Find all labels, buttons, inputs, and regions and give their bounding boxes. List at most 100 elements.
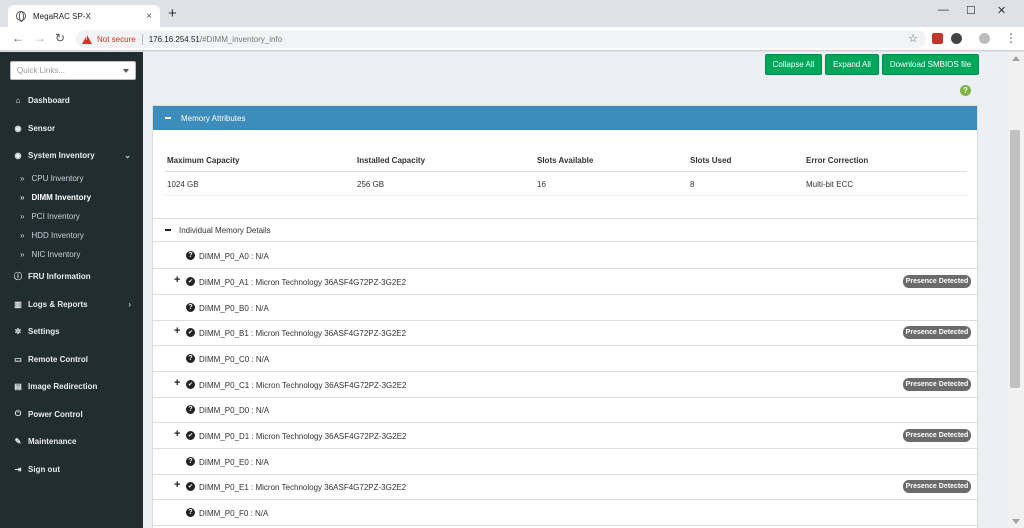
collapse-icon — [165, 117, 171, 119]
dimm-row-p0-a1[interactable]: + ✔ DIMM_P0_A1 : Micron Technology 36ASF… — [153, 269, 977, 295]
chevron-right-icon: › — [128, 299, 131, 309]
status-badge: Presence Detected — [903, 378, 971, 391]
sidebar-item-remote-control[interactable]: ▭ Remote Control — [0, 349, 143, 369]
profile-avatar-icon[interactable] — [979, 33, 990, 44]
sidebar-item-settings[interactable]: ✲ Settings — [0, 321, 143, 341]
collapse-icon — [165, 229, 171, 231]
panel-title: Memory Attributes — [181, 113, 246, 123]
memory-panel: Memory Attributes Maximum Capacity Insta… — [152, 105, 978, 528]
address-bar[interactable]: Not secure 176.16.254.51 /#DIMM_inventor… — [76, 30, 926, 48]
sidebar-item-label: FRU Information — [28, 271, 91, 281]
table-cell: 16 — [537, 180, 546, 189]
dimm-label: DIMM_P0_E0 : N/A — [199, 458, 269, 467]
memory-attributes-table: Maximum Capacity Installed Capacity Slot… — [165, 148, 967, 196]
divider — [141, 33, 143, 45]
inventory-icon: ◉ — [14, 150, 22, 160]
check-circle-icon: ✔ — [186, 328, 195, 337]
expand-plus-icon[interactable]: + — [174, 275, 180, 286]
sidebar-subitem-nic-inventory[interactable]: » NIC Inventory — [0, 245, 143, 263]
dimm-row-p0-d0: ? DIMM_P0_D0 : N/A — [153, 397, 977, 423]
sidebar-subitem-label: CPU Inventory — [31, 173, 84, 183]
browser-tab[interactable]: MegaRAC SP-X × — [8, 5, 160, 27]
check-circle-icon: ✔ — [186, 380, 195, 389]
column-header: Installed Capacity — [357, 156, 426, 165]
reload-button[interactable]: ↻ — [55, 31, 65, 45]
expand-plus-icon[interactable]: + — [174, 429, 180, 440]
expand-plus-icon[interactable]: + — [174, 480, 180, 491]
browser-menu-icon[interactable]: ⋮ — [1005, 31, 1017, 45]
sidebar-item-sensor[interactable]: ◉ Sensor — [0, 118, 143, 138]
column-header: Error Correction — [806, 156, 869, 165]
sidebar-item-label: Sensor — [28, 123, 56, 133]
back-button[interactable]: ← — [12, 31, 24, 45]
table-cell: 1024 GB — [167, 180, 199, 189]
sidebar-item-image-redirection[interactable]: ▤ Image Redirection — [0, 376, 143, 396]
column-header: Maximum Capacity — [167, 156, 240, 165]
double-chevron-icon: » — [20, 249, 25, 259]
sidebar-item-label: Settings — [28, 326, 60, 336]
sidebar-item-label: System Inventory — [28, 150, 95, 160]
dimm-row-p0-e1[interactable]: + ✔ DIMM_P0_E1 : Micron Technology 36ASF… — [153, 474, 977, 500]
download-smbios-button[interactable]: Download SMBIOS file — [882, 54, 979, 75]
dimm-label: DIMM_P0_B1 : Micron Technology 36ASF4G72… — [199, 329, 407, 338]
gear-icon: ✲ — [14, 326, 22, 336]
sidebar-subitem-label: PCI Inventory — [31, 211, 80, 221]
status-badge: Presence Detected — [903, 275, 971, 288]
sidebar-item-power-control[interactable]: ⏻ Power Control — [0, 404, 143, 424]
table-cell: Multi-bit ECC — [806, 180, 854, 189]
expand-plus-icon[interactable]: + — [174, 326, 180, 337]
sidebar-item-fru-information[interactable]: ⓘ FRU Information — [0, 266, 143, 286]
sidebar-item-system-inventory[interactable]: ◉ System Inventory ⌄ — [0, 145, 143, 165]
sidebar-item-label: Sign out — [28, 464, 60, 474]
window-close-button[interactable]: ✕ — [997, 4, 1006, 17]
new-tab-button[interactable]: + — [168, 6, 177, 21]
individual-memory-details-header[interactable]: Individual Memory Details — [153, 218, 977, 242]
question-icon: ? — [186, 251, 195, 260]
help-icon[interactable]: ? — [960, 85, 971, 96]
sidebar-subitem-hdd-inventory[interactable]: » HDD Inventory — [0, 226, 143, 244]
dimm-row-p0-c0: ? DIMM_P0_C0 : N/A — [153, 346, 977, 372]
pdf-extension-icon[interactable] — [932, 33, 943, 44]
sidebar-subitem-label: DIMM Inventory — [31, 192, 92, 202]
expand-plus-icon[interactable]: + — [174, 378, 180, 389]
double-chevron-icon: » — [20, 230, 25, 240]
column-header: Slots Available — [537, 156, 594, 165]
dimm-row-p0-b0: ? DIMM_P0_B0 : N/A — [153, 295, 977, 321]
scroll-up-icon[interactable] — [1012, 56, 1020, 61]
sidebar-subitem-label: NIC Inventory — [31, 249, 81, 259]
not-secure-label[interactable]: Not secure — [97, 35, 136, 44]
sidebar: Quick Links... ⌂ Dashboard ◉ Sensor ◉ Sy… — [0, 52, 143, 528]
dimm-row-p0-c1[interactable]: + ✔ DIMM_P0_C1 : Micron Technology 36ASF… — [153, 372, 977, 398]
memory-attributes-header[interactable]: Memory Attributes — [153, 106, 977, 130]
disk-icon: ▤ — [14, 381, 22, 391]
forward-button[interactable]: → — [34, 31, 46, 45]
check-circle-icon: ✔ — [186, 482, 195, 491]
sidebar-item-maintenance[interactable]: ✎ Maintenance — [0, 431, 143, 451]
collapse-all-button[interactable]: Collapse All — [765, 54, 822, 75]
sidebar-item-sign-out[interactable]: ⇥ Sign out — [0, 459, 143, 479]
sidebar-item-logs-reports[interactable]: ▥ Logs & Reports › — [0, 294, 143, 314]
sidebar-subitem-cpu-inventory[interactable]: » CPU Inventory — [0, 169, 143, 187]
extension-icon[interactable] — [951, 33, 962, 44]
dimm-row-p0-e0: ? DIMM_P0_E0 : N/A — [153, 449, 977, 475]
dimm-row-p0-b1[interactable]: + ✔ DIMM_P0_B1 : Micron Technology 36ASF… — [153, 320, 977, 346]
double-chevron-icon: » — [20, 173, 25, 183]
dimm-row-p0-f0: ? DIMM_P0_F0 : N/A — [153, 500, 977, 526]
page-scrollbar[interactable] — [1007, 52, 1024, 528]
question-icon: ? — [186, 303, 195, 312]
maximize-button[interactable]: ☐ — [966, 4, 976, 17]
expand-all-button[interactable]: Expand All — [825, 54, 879, 75]
bookmark-star-icon[interactable]: ☆ — [908, 32, 918, 45]
sidebar-subitem-dimm-inventory[interactable]: » DIMM Inventory — [0, 188, 143, 206]
tab-close-icon[interactable]: × — [146, 11, 152, 22]
scrollbar-thumb[interactable] — [1010, 130, 1020, 388]
column-header: Slots Used — [690, 156, 732, 165]
sidebar-subitem-label: HDD Inventory — [31, 230, 84, 240]
sidebar-item-label: Remote Control — [28, 354, 88, 364]
sidebar-item-dashboard[interactable]: ⌂ Dashboard — [0, 90, 143, 110]
dimm-row-p0-d1[interactable]: + ✔ DIMM_P0_D1 : Micron Technology 36ASF… — [153, 423, 977, 449]
quick-links-select[interactable]: Quick Links... — [10, 61, 136, 80]
minimize-button[interactable]: — — [938, 4, 949, 16]
scroll-down-icon[interactable] — [1012, 519, 1020, 524]
sidebar-subitem-pci-inventory[interactable]: » PCI Inventory — [0, 207, 143, 225]
